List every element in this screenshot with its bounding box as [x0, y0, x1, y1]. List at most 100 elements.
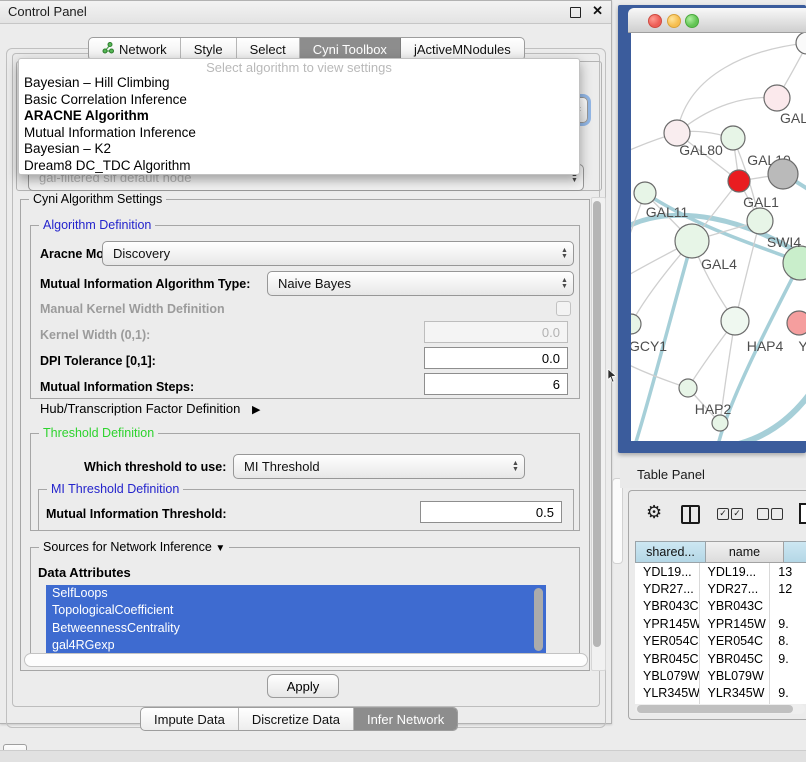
- apply-button[interactable]: Apply: [267, 674, 339, 698]
- screen: Control Panel ✕ NetworkStyleSelectCyni T…: [0, 0, 806, 762]
- tab-network[interactable]: Network: [89, 38, 181, 60]
- panel-divider-scrollbar[interactable]: [612, 478, 623, 564]
- algorithm-dropdown-items: Bayesian – Hill ClimbingBasic Correlatio…: [19, 75, 579, 174]
- table-row[interactable]: YLR345WYLR345W9.: [635, 685, 806, 702]
- unchecked-checkbox-icon[interactable]: [757, 508, 769, 520]
- table-row[interactable]: YDR27...YDR27...12: [635, 580, 806, 597]
- table-cell: YDL19...: [635, 563, 700, 580]
- settings-scrollbar-thumb[interactable]: [593, 201, 601, 647]
- collapse-down-icon[interactable]: ▼: [215, 543, 225, 554]
- network-canvas[interactable]: GALGAL80GAL10GAL1GAL11GAL4SWI4GCY1HAP4YH…: [631, 33, 806, 441]
- column-header-shared-name[interactable]: shared...: [635, 541, 706, 563]
- algorithm-option-basic-correlation-inference[interactable]: Basic Correlation Inference: [19, 92, 579, 109]
- column-header-cut[interactable]: [784, 541, 806, 563]
- algorithm-option-mutual-information-inference[interactable]: Mutual Information Inference: [19, 125, 579, 142]
- table-row[interactable]: YER054CYER054C8.: [635, 633, 806, 650]
- settings-vertical-scrollbar[interactable]: [591, 197, 606, 671]
- tab-label: jActiveMNodules: [414, 42, 511, 57]
- close-icon[interactable]: ✕: [592, 3, 603, 19]
- expand-right-icon[interactable]: ▶: [252, 403, 260, 416]
- table-scrollbar-thumb[interactable]: [637, 705, 793, 713]
- data-attributes-list[interactable]: SelfLoopsTopologicalCoefficientBetweenne…: [46, 585, 546, 655]
- mi-threshold-field[interactable]: 0.5: [420, 501, 562, 523]
- checked-checkbox-icon[interactable]: ✓: [717, 508, 729, 520]
- settings-group-title: Cyni Algorithm Settings: [29, 192, 166, 206]
- column-header-name[interactable]: name: [706, 541, 784, 563]
- algorithm-option-dream8-dc-tdc-algorithm[interactable]: Dream8 DC_TDC Algorithm: [19, 158, 579, 175]
- node-gal2[interactable]: [764, 85, 790, 111]
- attribute-item-betweennesscentrality[interactable]: BetweennessCentrality: [46, 620, 546, 637]
- table-row[interactable]: YBR043CYBR043C: [635, 598, 806, 615]
- node-gal10[interactable]: [721, 126, 745, 150]
- node-hap4[interactable]: [721, 307, 749, 335]
- manual-kernel-width-checkbox[interactable]: [556, 301, 571, 316]
- tab-select[interactable]: Select: [237, 38, 300, 60]
- node-hap2-label: HAP2: [695, 401, 732, 417]
- network-window-titlebar[interactable]: [628, 8, 806, 33]
- attribute-item-gal4rgexp[interactable]: gal4RGexp: [46, 637, 546, 654]
- zoom-traffic-light-icon[interactable]: [685, 14, 699, 28]
- node-red[interactable]: [728, 170, 750, 192]
- network-edge: [735, 385, 806, 441]
- table-cell: YPR145W: [700, 615, 771, 632]
- algorithm-option-bayesian-hill-climbing[interactable]: Bayesian – Hill Climbing: [19, 75, 579, 92]
- node-gal1[interactable]: [747, 208, 773, 234]
- gear-icon[interactable]: ⚙: [646, 502, 662, 523]
- table-panel-title: Table Panel: [637, 467, 705, 482]
- table-row[interactable]: YDL19...YDL19...13: [635, 563, 806, 580]
- settings-horizontal-scrollbar[interactable]: [24, 653, 588, 667]
- table-panel-window: ⚙ ✓ ✓ shared... name YDL19...YDL19...13Y…: [628, 490, 806, 720]
- mi-threshold-definition-title: MI Threshold Definition: [47, 482, 183, 496]
- which-threshold-value: MI Threshold: [244, 459, 320, 474]
- table-row[interactable]: YBR045CYBR045C9.: [635, 650, 806, 667]
- page-icon[interactable]: [799, 503, 806, 524]
- float-window-icon[interactable]: [570, 7, 581, 18]
- table-body: YDL19...YDL19...13YDR27...YDR27...12YBR0…: [635, 563, 806, 704]
- tab-jactivemnodules[interactable]: jActiveMNodules: [401, 38, 524, 60]
- algorithm-definition-title: Algorithm Definition: [39, 218, 155, 232]
- close-traffic-light-icon[interactable]: [648, 14, 662, 28]
- node-gal11[interactable]: [634, 182, 656, 204]
- tab-style[interactable]: Style: [181, 38, 237, 60]
- table-cell: YER054C: [700, 633, 771, 650]
- mi-steps-field[interactable]: 6: [424, 373, 568, 395]
- tab-cyni-toolbox[interactable]: Cyni Toolbox: [300, 38, 401, 60]
- node-hap2[interactable]: [679, 379, 697, 397]
- tab-discretize-data[interactable]: Discretize Data: [239, 708, 354, 730]
- node-gcy1[interactable]: [631, 314, 641, 334]
- node-swi4[interactable]: [783, 246, 806, 280]
- tab-infer-network[interactable]: Infer Network: [354, 708, 457, 730]
- mi-algorithm-type-combobox[interactable]: Naive Bayes ▲▼: [267, 271, 574, 296]
- node-salmon[interactable]: [787, 311, 806, 335]
- table-cell: YLR345W: [635, 685, 700, 702]
- tab-impute-data[interactable]: Impute Data: [141, 708, 239, 730]
- hub-transcription-factor-section[interactable]: Hub/Transcription Factor Definition ▶: [40, 401, 260, 416]
- node-gal4[interactable]: [675, 224, 709, 258]
- attribute-item-selfloops[interactable]: SelfLoops: [46, 585, 546, 602]
- dpi-tolerance-field[interactable]: 0.0: [424, 347, 568, 369]
- node-gal1-label: GAL1: [743, 194, 779, 210]
- table-row[interactable]: YBL079WYBL079W: [635, 667, 806, 684]
- algorithm-option-aracne-algorithm[interactable]: ARACNE Algorithm: [19, 108, 579, 125]
- table-cell: YDL19...: [700, 563, 771, 580]
- node-gray[interactable]: [768, 159, 798, 189]
- checked-checkbox-icon[interactable]: ✓: [731, 508, 743, 520]
- kernel-width-field: 0.0: [424, 321, 568, 343]
- node-gal2-label: GAL: [780, 110, 806, 126]
- table-cell: 12: [770, 580, 806, 597]
- minimize-traffic-light-icon[interactable]: [667, 14, 681, 28]
- node-bottom[interactable]: [712, 415, 728, 431]
- aracne-mode-combobox[interactable]: Discovery ▲▼: [102, 241, 574, 266]
- table-horizontal-scrollbar[interactable]: [635, 704, 805, 714]
- node-top-cut[interactable]: [796, 33, 806, 54]
- table-row[interactable]: YPR145WYPR145W9.: [635, 615, 806, 632]
- attribute-item-topologicalcoefficient[interactable]: TopologicalCoefficient: [46, 602, 546, 619]
- control-panel-title: Control Panel: [8, 4, 87, 19]
- stepper-arrows-icon: ▲▼: [556, 278, 573, 290]
- table-cell: 13: [770, 563, 806, 580]
- unchecked-checkbox-icon[interactable]: [771, 508, 783, 520]
- attributes-list-scrollbar[interactable]: [534, 588, 543, 651]
- which-threshold-combobox[interactable]: MI Threshold ▲▼: [233, 454, 525, 479]
- split-columns-icon[interactable]: [681, 505, 700, 524]
- algorithm-option-bayesian-k2[interactable]: Bayesian – K2: [19, 141, 579, 158]
